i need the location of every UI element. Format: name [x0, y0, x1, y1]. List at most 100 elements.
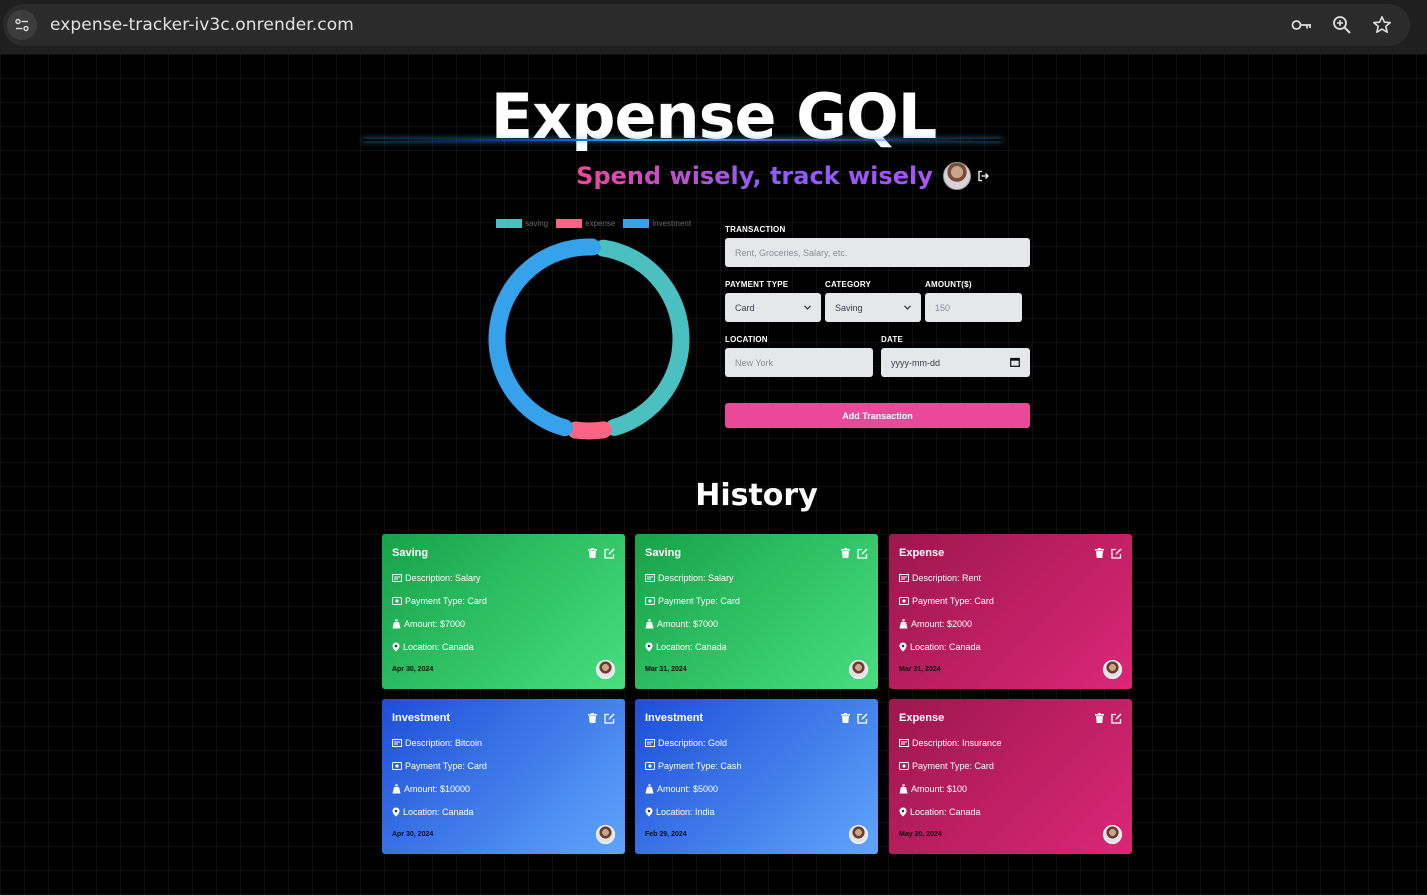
edit-icon[interactable]: [604, 713, 615, 724]
card-category: Expense: [899, 712, 945, 724]
legend-item-saving[interactable]: saving: [496, 219, 548, 228]
amount-label: AMOUNT($): [925, 280, 972, 289]
location-pin-icon: [645, 642, 653, 651]
site-info-icon[interactable]: [7, 10, 37, 40]
avatar: [1103, 825, 1122, 844]
transaction-label: TRANSACTION: [725, 225, 786, 234]
description-icon: [392, 738, 402, 747]
edit-icon[interactable]: [1111, 713, 1122, 724]
legend-label: expense: [585, 219, 616, 228]
card-amount: Amount: $7000: [404, 618, 466, 629]
add-transaction-button[interactable]: Add Transaction: [725, 403, 1030, 428]
location-pin-icon: [899, 642, 907, 651]
transaction-card[interactable]: Expense Description: Insurance Payment T…: [889, 699, 1132, 854]
card-category: Investment: [645, 712, 704, 724]
doughnut-segment-saving[interactable]: [594, 239, 690, 436]
location-pin-icon: [392, 807, 400, 816]
card-date: Mar 31, 2024: [645, 666, 687, 673]
payment-icon: [899, 761, 909, 770]
avatar: [849, 825, 868, 844]
avatar: [849, 660, 868, 679]
transaction-form: TRANSACTION Rent, Groceries, Salary, etc…: [725, 224, 1030, 377]
card-category: Saving: [645, 547, 682, 559]
legend-label: investment: [652, 219, 692, 228]
money-bag-icon: [899, 619, 908, 628]
legend-item-investment[interactable]: investment: [623, 219, 691, 228]
transaction-card[interactable]: Investment Description: Gold Payment Typ…: [635, 699, 878, 854]
doughnut-segment-expense[interactable]: [567, 421, 612, 440]
chart-legend: saving expense investment: [496, 219, 691, 228]
location-input[interactable]: New York: [725, 348, 873, 377]
card-location: Location: India: [656, 806, 715, 817]
payment-icon: [392, 596, 402, 605]
trash-icon[interactable]: [1094, 713, 1105, 724]
edit-icon[interactable]: [1111, 548, 1122, 559]
legend-swatch: [623, 219, 650, 228]
date-input[interactable]: yyyy-mm-dd: [881, 348, 1030, 377]
payment-type-select[interactable]: Card: [725, 293, 821, 322]
page-title: Expense GQL: [490, 80, 938, 153]
card-description: Description: Rent: [912, 572, 982, 583]
page: Expense GQL Spend wisely, track wisely s…: [0, 54, 1427, 895]
address-bar[interactable]: expense-tracker-iv3c.onrender.com: [3, 4, 1410, 46]
trash-icon[interactable]: [1094, 548, 1105, 559]
card-payment-type: Payment Type: Card: [912, 760, 994, 771]
trash-icon[interactable]: [587, 713, 598, 724]
description-icon: [645, 573, 655, 582]
doughnut-chart[interactable]: [482, 234, 697, 444]
logout-icon[interactable]: [977, 169, 991, 183]
card-date: Mar 31, 2024: [899, 666, 941, 673]
amount-input[interactable]: 150: [925, 293, 1022, 322]
location-pin-icon: [645, 807, 653, 816]
subtitle-row: Spend wisely, track wisely: [0, 162, 1427, 190]
card-category: Saving: [392, 547, 429, 559]
location-pin-icon: [899, 807, 907, 816]
trash-icon[interactable]: [587, 548, 598, 559]
card-location: Location: Canada: [910, 641, 981, 652]
avatar: [942, 162, 971, 190]
subtitle: Spend wisely, track wisely: [576, 162, 933, 190]
card-location: Location: Canada: [910, 806, 981, 817]
transaction-card[interactable]: Saving Description: Salary Payment Type:…: [635, 534, 878, 689]
card-amount: Amount: $5000: [657, 783, 719, 794]
location-pin-icon: [392, 642, 400, 651]
card-category: Expense: [899, 547, 945, 559]
chevron-down-icon: [804, 303, 811, 312]
payment-type-label: PAYMENT TYPE: [725, 280, 789, 289]
legend-label: saving: [525, 219, 549, 228]
key-icon[interactable]: [1290, 13, 1314, 37]
category-label: CATEGORY: [825, 280, 872, 289]
doughnut-segment-investment[interactable]: [488, 238, 601, 437]
history-title: History: [695, 478, 818, 513]
edit-icon[interactable]: [857, 713, 868, 724]
card-location: Location: Canada: [403, 806, 474, 817]
card-amount: Amount: $10000: [404, 783, 471, 794]
money-bag-icon: [645, 619, 654, 628]
transaction-card[interactable]: Saving Description: Salary Payment Type:…: [382, 534, 625, 689]
payment-type-value: Card: [735, 302, 755, 313]
bookmark-star-icon[interactable]: [1370, 13, 1394, 37]
transaction-input[interactable]: Rent, Groceries, Salary, etc.: [725, 238, 1030, 267]
edit-icon[interactable]: [857, 548, 868, 559]
card-description: Description: Gold: [658, 737, 728, 748]
category-select[interactable]: Saving: [825, 293, 921, 322]
card-amount: Amount: $100: [911, 783, 968, 794]
card-date: May 20, 2024: [899, 831, 942, 838]
description-icon: [645, 738, 655, 747]
card-payment-type: Payment Type: Card: [405, 760, 487, 771]
trash-icon[interactable]: [840, 713, 851, 724]
category-value: Saving: [835, 302, 863, 313]
transaction-card[interactable]: Expense Description: Rent Payment Type: …: [889, 534, 1132, 689]
avatar: [1103, 660, 1122, 679]
browser-toolbar: expense-tracker-iv3c.onrender.com: [0, 0, 1427, 54]
card-date: Feb 29, 2024: [645, 831, 687, 838]
url-text[interactable]: expense-tracker-iv3c.onrender.com: [50, 15, 354, 35]
legend-item-expense[interactable]: expense: [556, 219, 615, 228]
trash-icon[interactable]: [840, 548, 851, 559]
edit-icon[interactable]: [604, 548, 615, 559]
transaction-card[interactable]: Investment Description: Bitcoin Payment …: [382, 699, 625, 854]
payment-icon: [392, 761, 402, 770]
calendar-icon[interactable]: [1010, 357, 1020, 369]
card-payment-type: Payment Type: Cash: [658, 760, 742, 771]
zoom-icon[interactable]: [1330, 13, 1354, 37]
